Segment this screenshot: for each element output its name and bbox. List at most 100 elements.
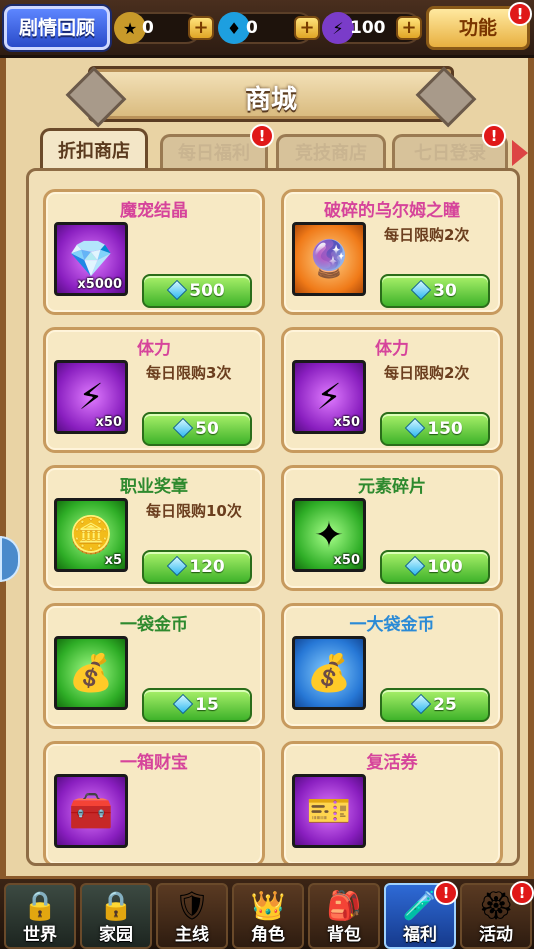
item-name: 体力: [375, 339, 409, 359]
home-icon: 🔒: [98, 889, 134, 922]
nav-label: 世界: [23, 925, 57, 945]
buy-button[interactable]: 25: [380, 688, 490, 722]
nav-alert-icon: !: [510, 881, 534, 905]
shop-item-card[interactable]: 复活券 🎫: [281, 741, 503, 863]
item-quantity: x50: [95, 415, 122, 430]
purchase-limit: 每日限购2次: [384, 226, 470, 244]
nav-item-backpack[interactable]: 🎒 背包: [308, 883, 380, 949]
purchase-limit: 每日限购2次: [384, 364, 470, 382]
diamond-icon: [167, 555, 188, 577]
character-icon: 👑: [250, 889, 286, 922]
buy-button[interactable]: 100: [380, 550, 490, 584]
purchase-limit: 每日限购10次: [146, 502, 242, 520]
shop-panel: 商城 折扣商店 每日福利 竞技商店 七日登录 ! ! 魔宠结晶 💎 x5000 500…: [0, 58, 534, 876]
shop-title-banner: 商城: [88, 66, 454, 122]
top-bar: 剧情回顾 ★ 0 + ♦ 0 + ⚡ 100 + 功能 !: [0, 0, 534, 58]
star-coin-value: 0: [142, 18, 154, 38]
nav-label: 家园: [99, 925, 133, 945]
nav-label: 主线: [175, 925, 209, 945]
stamina-icon[interactable]: ⚡ x50: [292, 360, 366, 434]
diamond-icon: [167, 279, 188, 301]
add-energy-button[interactable]: +: [396, 16, 422, 40]
big-gold-bag-icon[interactable]: 💰: [292, 636, 366, 710]
nav-alert-icon: !: [434, 881, 458, 905]
world-icon: 🔒: [22, 889, 58, 922]
item-quantity: x50: [333, 553, 360, 568]
shop-item-grid[interactable]: 魔宠结晶 💎 x5000 500 破碎的乌尔姆之瞳 🔮 每日限购2次 30 体力 ⚡ x50 每日限购…: [26, 168, 520, 866]
main-quest-icon: 🛡: [174, 889, 210, 922]
page-title: 商城: [244, 85, 297, 115]
nav-label: 背包: [327, 925, 361, 945]
story-review-button[interactable]: 剧情回顾: [4, 6, 110, 50]
shop-item-card[interactable]: 元素碎片 ✦ x50 100: [281, 465, 503, 591]
item-quantity: x5: [104, 553, 122, 568]
backpack-icon: 🎒: [326, 889, 362, 922]
nav-label: 福利: [403, 925, 437, 945]
nav-item-home[interactable]: 🔒 家园: [80, 883, 152, 949]
diamond-icon: [405, 417, 426, 439]
buy-button[interactable]: 15: [142, 688, 252, 722]
item-name: 破碎的乌尔姆之瞳: [324, 201, 460, 221]
shop-item-card[interactable]: 一大袋金币 💰 25: [281, 603, 503, 729]
price-value: 500: [189, 281, 225, 301]
shop-item-card[interactable]: 体力 ⚡ x50 每日限购2次 150: [281, 327, 503, 453]
shop-item-card[interactable]: 破碎的乌尔姆之瞳 🔮 每日限购2次 30: [281, 189, 503, 315]
medal-icon[interactable]: 🪙 x5: [54, 498, 128, 572]
bottom-nav: 🔒 世界 🔒 家园 🛡 主线 👑 角色 🎒 背包 🧪 福利! 🏵 活动!: [0, 876, 534, 949]
nav-item-world[interactable]: 🔒 世界: [4, 883, 76, 949]
buy-button[interactable]: 150: [380, 412, 490, 446]
stamina-icon[interactable]: ⚡ x50: [54, 360, 128, 434]
revive-ticket-icon[interactable]: 🎫: [292, 774, 366, 848]
shop-item-card[interactable]: 职业奖章 🪙 x5 每日限购10次 120: [43, 465, 265, 591]
crystal-icon[interactable]: 💎 x5000: [54, 222, 128, 296]
nav-item-event[interactable]: 🏵 活动!: [460, 881, 534, 949]
price-value: 100: [427, 557, 463, 577]
item-name: 职业奖章: [120, 477, 188, 497]
item-name: 一袋金币: [120, 615, 188, 635]
nav-item-character[interactable]: 👑 角色: [232, 883, 304, 949]
element-shard-icon[interactable]: ✦ x50: [292, 498, 366, 572]
price-value: 30: [433, 281, 457, 301]
shop-item-card[interactable]: 体力 ⚡ x50 每日限购3次 50: [43, 327, 265, 453]
tab-arena-shop[interactable]: 竞技商店: [276, 134, 386, 172]
diamond-icon: [410, 693, 432, 715]
purchase-limit: 每日限购3次: [146, 364, 232, 382]
item-name: 一大袋金币: [349, 615, 435, 635]
tab-daily-welfare-alert-icon: !: [250, 124, 274, 148]
item-name: 一箱财宝: [120, 753, 188, 773]
buy-button[interactable]: 50: [142, 412, 252, 446]
nav-item-welfare[interactable]: 🧪 福利!: [384, 881, 458, 949]
diamond-icon: [410, 279, 432, 301]
side-drawer-handle[interactable]: [0, 536, 20, 582]
nav-label: 活动: [479, 925, 513, 945]
diamond-icon: [405, 555, 426, 577]
nav-label: 角色: [251, 925, 285, 945]
item-name: 魔宠结晶: [120, 201, 188, 221]
function-alert-icon: !: [508, 2, 532, 26]
item-name: 体力: [137, 339, 171, 359]
energy-value: 100: [350, 18, 386, 38]
tab-scroll-right-icon[interactable]: [512, 140, 528, 166]
nav-item-main-quest[interactable]: 🛡 主线: [156, 883, 228, 949]
price-value: 25: [433, 695, 457, 715]
buy-button[interactable]: 120: [142, 550, 252, 584]
tab-seven-day-login-alert-icon: !: [482, 124, 506, 148]
price-value: 15: [195, 695, 219, 715]
price-value: 50: [195, 419, 219, 439]
add-star-coin-button[interactable]: +: [188, 16, 214, 40]
add-diamond-button[interactable]: +: [294, 16, 320, 40]
shop-item-card[interactable]: 魔宠结晶 💎 x5000 500: [43, 189, 265, 315]
shop-item-card[interactable]: 一箱财宝 🧰: [43, 741, 265, 863]
price-value: 120: [189, 557, 225, 577]
item-quantity: x50: [333, 415, 360, 430]
item-quantity: x5000: [77, 277, 122, 292]
eye-orb-icon[interactable]: 🔮: [292, 222, 366, 296]
item-name: 元素碎片: [358, 477, 426, 497]
shop-item-card[interactable]: 一袋金币 💰 15: [43, 603, 265, 729]
shop-tabs: 折扣商店 每日福利 竞技商店 七日登录: [40, 128, 534, 174]
buy-button[interactable]: 500: [142, 274, 252, 308]
price-value: 150: [427, 419, 463, 439]
treasure-chest-icon[interactable]: 🧰: [54, 774, 128, 848]
buy-button[interactable]: 30: [380, 274, 490, 308]
gold-bag-icon[interactable]: 💰: [54, 636, 128, 710]
